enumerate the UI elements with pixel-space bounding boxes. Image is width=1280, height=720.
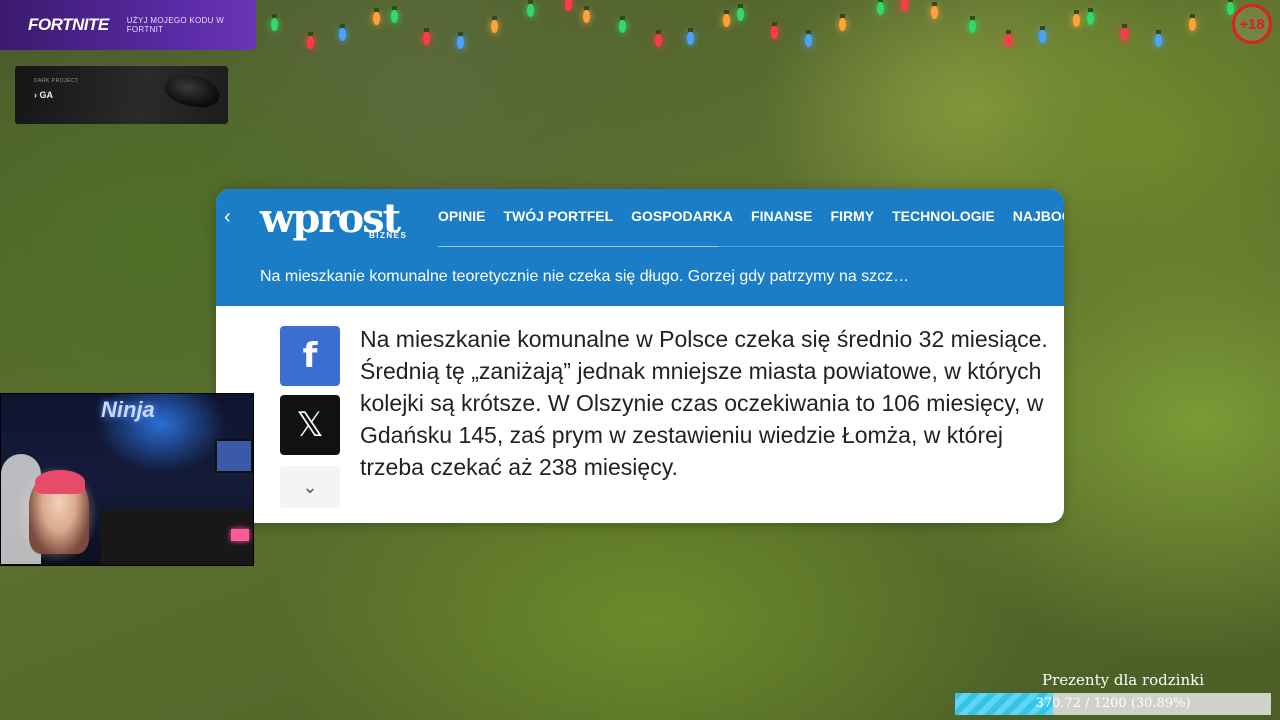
donation-goal-bar: 370.72 / 1200 (30.89%) (955, 693, 1271, 715)
creator-code-text: UŻYJ MOJEGO KODU W FORTNIT (126, 16, 225, 34)
light-bulb (969, 16, 976, 33)
light-bulb (723, 10, 730, 27)
light-bulb (687, 28, 694, 45)
wprost-logo-subtitle: BIZNES (369, 231, 408, 240)
more-share-button[interactable]: ⌄ (280, 466, 340, 508)
age-restriction-badge: +18 (1232, 4, 1272, 44)
fortnite-logo: FORTNITE (28, 15, 109, 34)
dark-project-ad: DARK PROJECT › GA (15, 66, 228, 124)
light-bulb (1189, 14, 1196, 31)
light-bulb (737, 4, 744, 21)
light-bulb (457, 32, 464, 49)
light-bulb (1155, 30, 1162, 47)
facebook-share-button[interactable]: f (280, 326, 340, 386)
nav-scroll-indicator (438, 246, 718, 247)
light-bulb (771, 22, 778, 39)
facebook-icon: f (302, 336, 318, 376)
nav-item-opinie[interactable]: OPINIE (438, 208, 485, 224)
light-bulb (1005, 30, 1012, 47)
x-icon: 𝕏 (296, 405, 324, 445)
fortnite-creator-code-banner: FORTNITE UŻYJ MOJEGO KODU W FORTNIT (0, 0, 256, 50)
article-headline: Na mieszkanie komunalne teoretycznie nie… (260, 268, 910, 285)
santa-hat (35, 470, 85, 494)
category-nav: OPINIE TWÓJ PORTFEL GOSPODARKA FINANSE F… (438, 208, 1064, 224)
monitor (215, 439, 253, 473)
nav-item-firmy[interactable]: FIRMY (831, 208, 875, 224)
light-bulb (1073, 10, 1080, 27)
light-bulb (901, 0, 908, 11)
christmas-lights (255, 0, 1255, 60)
rgb-light (231, 529, 249, 541)
light-bulb (655, 30, 662, 47)
wprost-article-card: ‹ wprost BIZNES OPINIE TWÓJ PORTFEL GOSP… (216, 189, 1064, 523)
dark-project-product: › GA (34, 90, 53, 100)
donation-goal-label: Prezenty dla rodzinki (1042, 671, 1205, 689)
light-bulb (271, 14, 278, 31)
light-bulb (491, 16, 498, 33)
light-bulb (839, 14, 846, 31)
nav-item-finanse[interactable]: FINANSE (751, 208, 812, 224)
dark-project-brand: DARK PROJECT (34, 78, 79, 84)
light-bulb (391, 6, 398, 23)
light-bulb (1039, 26, 1046, 43)
article-body-text: Na mieszkanie komunalne w Polsce czeka s… (360, 326, 1048, 480)
nav-item-technologie[interactable]: TECHNOLOGIE (892, 208, 995, 224)
streamer-webcam: Ninja (0, 393, 254, 566)
light-bulb (805, 30, 812, 47)
light-bulb (931, 2, 938, 19)
light-bulb (423, 28, 430, 45)
light-bulb (583, 6, 590, 23)
light-bulb (877, 0, 884, 15)
light-bulb (619, 16, 626, 33)
x-share-button[interactable]: 𝕏 (280, 395, 340, 455)
light-bulb (1227, 0, 1234, 15)
light-bulb (1087, 8, 1094, 25)
back-chevron-icon[interactable]: ‹ (224, 206, 231, 229)
light-bulb (527, 0, 534, 17)
nav-item-najbogatsi[interactable]: NAJBOGATSI (1013, 208, 1064, 224)
gaming-mouse-image (162, 70, 223, 112)
light-bulb (339, 24, 346, 41)
nav-item-gospodarka[interactable]: GOSPODARKA (631, 208, 733, 224)
site-header: ‹ wprost BIZNES OPINIE TWÓJ PORTFEL GOSP… (216, 189, 1064, 306)
light-bulb (1121, 24, 1128, 41)
neon-sign: Ninja (101, 397, 155, 422)
light-bulb (565, 0, 572, 11)
donation-goal-progress-text: 370.72 / 1200 (30.89%) (1035, 696, 1191, 711)
nav-divider (716, 246, 1064, 247)
chevron-down-icon: ⌄ (302, 476, 318, 497)
light-bulb (373, 8, 380, 25)
nav-item-twoj-portfel[interactable]: TWÓJ PORTFEL (503, 208, 613, 224)
light-bulb (307, 32, 314, 49)
